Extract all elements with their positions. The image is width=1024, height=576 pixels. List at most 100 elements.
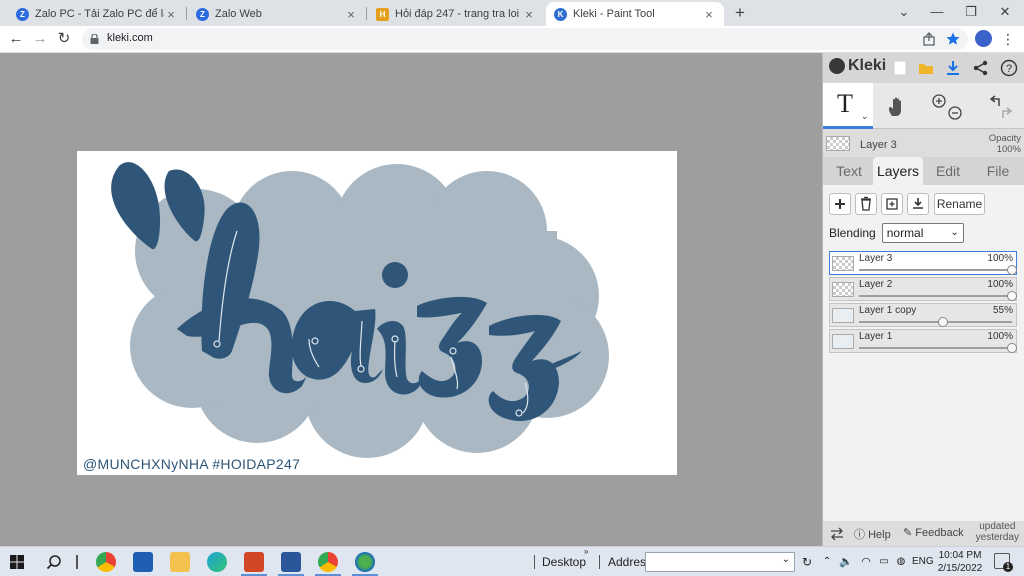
chrome-active-app-icon[interactable] [318, 552, 338, 572]
search-icon[interactable] [46, 554, 62, 570]
profile-avatar-icon[interactable] [975, 30, 992, 47]
layer-row[interactable]: Layer 1 copy 55% [829, 303, 1017, 327]
chevron-right-icon[interactable]: » [584, 547, 588, 556]
tray-chevron-up-icon[interactable]: ⌃ [820, 550, 834, 574]
current-layer-info: Layer 3 Opacity 100% [823, 131, 1024, 159]
tab-zalo-web[interactable]: Z Zalo Web × [188, 2, 366, 26]
notification-icon[interactable]: 1 [994, 553, 1013, 572]
bookmark-star-icon[interactable] [945, 31, 961, 47]
tab-close-icon[interactable]: × [344, 7, 358, 22]
lock-icon[interactable] [90, 34, 99, 44]
undo-redo-icon[interactable] [983, 92, 1017, 122]
duplicate-layer-button[interactable] [881, 193, 903, 215]
help-link[interactable]: ⓘ Help [854, 526, 891, 542]
tab-layers[interactable]: Layers [873, 157, 923, 185]
kleki-logo-icon [829, 58, 845, 74]
add-layer-button[interactable] [829, 193, 851, 215]
blending-select[interactable]: normal ⌄ [881, 223, 964, 243]
wifi-icon[interactable]: ◠ [858, 550, 874, 574]
swap-side-icon[interactable] [829, 527, 845, 541]
tab-label: Kleki - Paint Tool [573, 8, 655, 20]
close-window-button[interactable]: ✕ [988, 0, 1022, 24]
new-image-icon[interactable] [891, 59, 909, 77]
volume-icon[interactable]: 🔈 [838, 550, 854, 574]
delete-layer-button[interactable] [855, 193, 877, 215]
language-indicator[interactable]: ENG [912, 550, 934, 574]
desktop-toolbar[interactable]: Desktop [542, 550, 586, 574]
back-button[interactable]: ← [7, 30, 25, 48]
tab-hoidap247[interactable]: H Hỏi đáp 247 - trang tra loi × [368, 2, 544, 26]
tab-text[interactable]: Text [825, 157, 873, 185]
download-icon[interactable] [944, 59, 962, 77]
help-icon[interactable]: ? [1000, 59, 1018, 77]
hand-tool-icon[interactable] [885, 95, 909, 119]
chrome-app-icon[interactable] [96, 552, 116, 572]
canvas-workspace[interactable]: @MUNCHXNyNHA #HOIDAP247 [0, 53, 822, 546]
zoom-in-out-icon[interactable] [930, 92, 964, 122]
share-icon[interactable] [972, 59, 990, 77]
layer-row[interactable]: Layer 1 100% [829, 329, 1017, 353]
powerpoint-app-icon[interactable] [244, 552, 264, 572]
tab-kleki[interactable]: K Kleki - Paint Tool × [546, 2, 724, 26]
opacity-value: 100% [996, 144, 1021, 155]
tab-search-chevron-icon[interactable]: ⌄ [887, 0, 921, 24]
layer-opacity-slider[interactable] [859, 347, 1012, 349]
chevron-down-icon[interactable]: ⌄ [782, 554, 790, 565]
battery-icon[interactable]: ▭ [876, 550, 892, 574]
layer-opacity-handle[interactable] [938, 317, 949, 327]
tab-label: Hỏi đáp 247 - trang tra loi [395, 8, 520, 20]
zalo-favicon-icon: Z [16, 7, 29, 21]
rename-layer-button[interactable]: Rename [934, 193, 985, 215]
tab-separator [366, 7, 367, 20]
layer-opacity-slider[interactable] [859, 321, 1012, 323]
share-page-icon[interactable] [921, 31, 937, 47]
layer-opacity-handle[interactable] [1007, 343, 1017, 353]
layer-opacity-handle[interactable] [1007, 265, 1017, 275]
tab-close-icon[interactable]: × [702, 7, 716, 22]
layer-opacity-slider[interactable] [859, 269, 1012, 271]
reload-button[interactable]: ↻ [55, 30, 73, 48]
open-folder-icon[interactable] [917, 59, 935, 77]
tab-zalo-pc[interactable]: Z Zalo PC - Tải Zalo PC để làm việc × [8, 2, 186, 26]
text-tool-button[interactable]: T ⌄ [823, 83, 873, 129]
updated-note[interactable]: updated yesterday [976, 521, 1019, 543]
layer-row[interactable]: Layer 2 100% [829, 277, 1017, 301]
browser-menu-icon[interactable]: ⋮ [1001, 30, 1015, 48]
tab-close-icon[interactable]: × [522, 7, 536, 22]
forward-button[interactable]: → [31, 30, 49, 48]
layer-opacity-slider[interactable] [859, 295, 1012, 297]
windows-start-icon[interactable] [10, 555, 24, 569]
layer-opacity-handle[interactable] [1007, 291, 1017, 301]
tab-close-icon[interactable]: × [164, 7, 178, 22]
chevron-down-icon[interactable]: ⌄ [861, 111, 869, 122]
restore-button[interactable]: ❐ [954, 0, 988, 24]
zalo-favicon-icon: Z [196, 7, 209, 21]
updated-line-1: updated [979, 521, 1016, 532]
url-text[interactable]: kleki.com [107, 32, 153, 44]
layer-row[interactable]: Layer 3 100% [829, 251, 1017, 275]
layer-name: Layer 3 [859, 253, 893, 264]
kleki-logo[interactable]: Kleki [829, 57, 886, 75]
file-explorer-icon[interactable] [170, 552, 190, 572]
go-refresh-icon[interactable]: ↻ [800, 550, 814, 574]
network-globe-tray-icon[interactable]: ◍ [894, 550, 908, 574]
tab-edit[interactable]: Edit [923, 157, 973, 185]
tab-file[interactable]: File [973, 157, 1023, 185]
browser-tab-strip: Z Zalo PC - Tải Zalo PC để làm việc × Z … [0, 0, 1024, 26]
address-toolbar-input[interactable]: ⌄ [645, 552, 795, 572]
merge-layer-button[interactable] [907, 193, 929, 215]
word-app-icon[interactable] [281, 552, 301, 572]
windows-taskbar: Desktop » Address ⌄ ↻ ⌃ 🔈 ◠ ▭ ◍ ENG 10:0… [0, 546, 1024, 576]
edge-app-icon[interactable] [207, 552, 227, 572]
network-globe-app-icon[interactable] [355, 552, 375, 572]
new-tab-button[interactable]: + [732, 3, 748, 23]
store-app-icon[interactable] [133, 552, 153, 572]
drawing-canvas[interactable]: @MUNCHXNyNHA #HOIDAP247 [77, 151, 677, 475]
address-bar[interactable]: kleki.com [82, 28, 968, 50]
notification-count: 1 [1003, 562, 1013, 572]
tab-separator [186, 7, 187, 20]
feedback-link[interactable]: ✎ Feedback [903, 526, 964, 539]
clock[interactable]: 10:04 PM 2/15/2022 [937, 549, 983, 575]
minimize-button[interactable]: — [920, 0, 954, 24]
duplicate-icon [886, 198, 898, 210]
